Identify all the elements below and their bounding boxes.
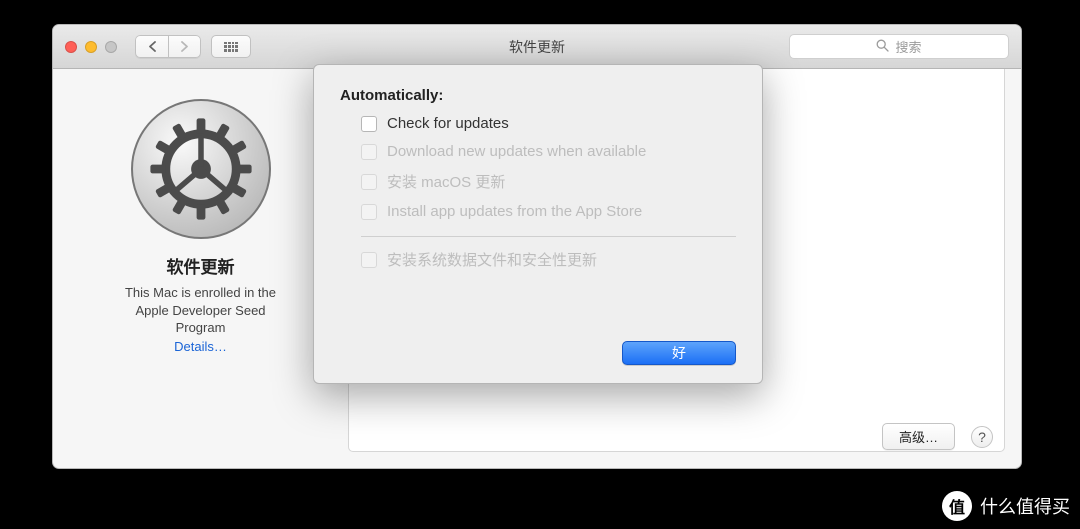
show-all-button[interactable] [211, 35, 251, 58]
divider [361, 236, 736, 237]
install-macos-checkbox[interactable] [361, 174, 377, 190]
install-app-checkbox[interactable] [361, 204, 377, 220]
watermark-badge: 值 [942, 491, 972, 521]
checkbox-row-check-updates: Check for updates [340, 115, 736, 132]
download-updates-label: Download new updates when available [387, 143, 646, 160]
install-app-label: Install app updates from the App Store [387, 203, 642, 220]
search-input[interactable]: 搜索 [789, 34, 1009, 59]
help-button[interactable]: ? [971, 426, 993, 448]
check-updates-label: Check for updates [387, 115, 509, 132]
install-system-checkbox[interactable] [361, 252, 377, 268]
checkbox-row-download: Download new updates when available [340, 143, 736, 160]
install-macos-label: 安装 macOS 更新 [387, 171, 505, 192]
zoom-window-button[interactable] [105, 41, 117, 53]
software-update-gear-icon [131, 99, 271, 239]
minimize-window-button[interactable] [85, 41, 97, 53]
ok-button[interactable]: 好 [622, 341, 736, 365]
checkbox-row-install-app: Install app updates from the App Store [340, 203, 736, 220]
window-controls [53, 41, 117, 53]
search-icon [876, 39, 889, 55]
close-window-button[interactable] [65, 41, 77, 53]
search-placeholder: 搜索 [895, 37, 921, 56]
titlebar: 软件更新 搜索 [53, 25, 1021, 69]
download-updates-checkbox[interactable] [361, 144, 377, 160]
grid-icon [224, 42, 238, 52]
watermark-text: 什么值得买 [980, 493, 1070, 519]
install-system-label: 安装系统数据文件和安全性更新 [387, 249, 597, 270]
footer-buttons: 高级… ? [882, 423, 993, 450]
checkbox-row-install-macos: 安装 macOS 更新 [340, 171, 736, 192]
chevron-left-icon [148, 41, 157, 52]
back-button[interactable] [135, 35, 168, 58]
enrollment-text: This Mac is enrolled in the Apple Develo… [53, 284, 348, 337]
check-updates-checkbox[interactable] [361, 116, 377, 132]
details-link[interactable]: Details… [174, 339, 227, 354]
advanced-button[interactable]: 高级… [882, 423, 955, 450]
nav-group [135, 35, 201, 58]
forward-button[interactable] [168, 35, 201, 58]
chevron-right-icon [180, 41, 189, 52]
advanced-options-sheet: Automatically: Check for updates Downloa… [313, 64, 763, 384]
pane-title: 软件更新 [53, 253, 348, 278]
checkbox-row-install-system: 安装系统数据文件和安全性更新 [340, 249, 736, 270]
automatically-label: Automatically: [340, 87, 736, 104]
watermark: 值 什么值得买 [942, 491, 1070, 521]
sidebar: 软件更新 This Mac is enrolled in the Apple D… [53, 99, 348, 354]
